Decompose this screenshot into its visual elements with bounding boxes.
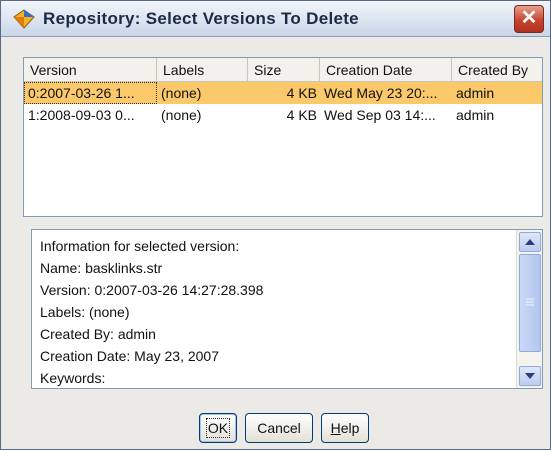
column-header-labels[interactable]: Labels [157, 58, 248, 82]
help-button[interactable]: Help [321, 413, 369, 443]
cell-creation-date: Wed Sep 03 14:... [324, 107, 436, 123]
cell-creation-date: Wed May 23 20:... [324, 85, 438, 101]
info-line-labels: Labels: (none) [40, 304, 130, 320]
scrollbar-thumb[interactable] [519, 254, 541, 352]
info-line-version: Version: 0:2007-03-26 14:27:28.398 [40, 282, 264, 298]
version-info-panel[interactable]: Information for selected version: Name: … [31, 229, 543, 389]
table-row[interactable]: 1:2008-09-03 0... (none) 4 KB Wed Sep 03… [24, 104, 542, 126]
cell-labels: (none) [161, 107, 202, 123]
cell-size: 4 KB [286, 85, 317, 101]
cell-size: 4 KB [286, 107, 317, 123]
ok-button[interactable]: OK [199, 413, 237, 443]
cell-created-by: admin [456, 85, 495, 101]
cell-labels: (none) [161, 85, 202, 101]
info-line-heading: Information for selected version: [40, 238, 240, 254]
cell-created-by: admin [456, 107, 495, 123]
cancel-button-label: Cancel [257, 420, 301, 436]
scroll-up-arrow-icon[interactable] [519, 232, 541, 252]
info-line-keywords: Keywords: [40, 370, 106, 386]
column-header-version[interactable]: Version [24, 58, 157, 82]
title-bar[interactable]: Repository: Select Versions To Delete ✕ [1, 1, 550, 37]
info-scrollbar[interactable] [516, 230, 542, 388]
info-line-creation-date: Creation Date: May 23, 2007 [40, 348, 219, 364]
versions-table[interactable]: Version Labels Size Creation Date Create… [23, 57, 543, 217]
help-mnemonic: H [330, 420, 341, 436]
info-line-name: Name: basklinks.str [40, 260, 163, 276]
scroll-down-arrow-icon[interactable] [519, 366, 541, 386]
column-header-created-by[interactable]: Created By [452, 58, 542, 82]
info-text-area: Information for selected version: Name: … [32, 230, 516, 388]
dialog-window: Repository: Select Versions To Delete ✕ … [0, 0, 551, 450]
cancel-button[interactable]: Cancel [245, 413, 313, 443]
cell-version: 1:2008-09-03 0... [28, 107, 135, 123]
cell-version: 0:2007-03-26 1... [24, 82, 157, 104]
table-header: Version Labels Size Creation Date Create… [24, 58, 542, 82]
help-button-label: Help [331, 420, 360, 436]
info-line-created-by: Created By: admin [40, 326, 156, 342]
table-row[interactable]: 0:2007-03-26 1... (none) 4 KB Wed May 23… [24, 82, 542, 104]
window-title: Repository: Select Versions To Delete [43, 9, 359, 28]
column-header-creation-date[interactable]: Creation Date [320, 58, 452, 82]
close-icon[interactable]: ✕ [514, 5, 544, 33]
ok-button-label: OK [205, 418, 231, 438]
repository-diamond-icon [13, 9, 35, 29]
column-header-size[interactable]: Size [248, 58, 320, 82]
help-label-rest: elp [340, 420, 360, 436]
